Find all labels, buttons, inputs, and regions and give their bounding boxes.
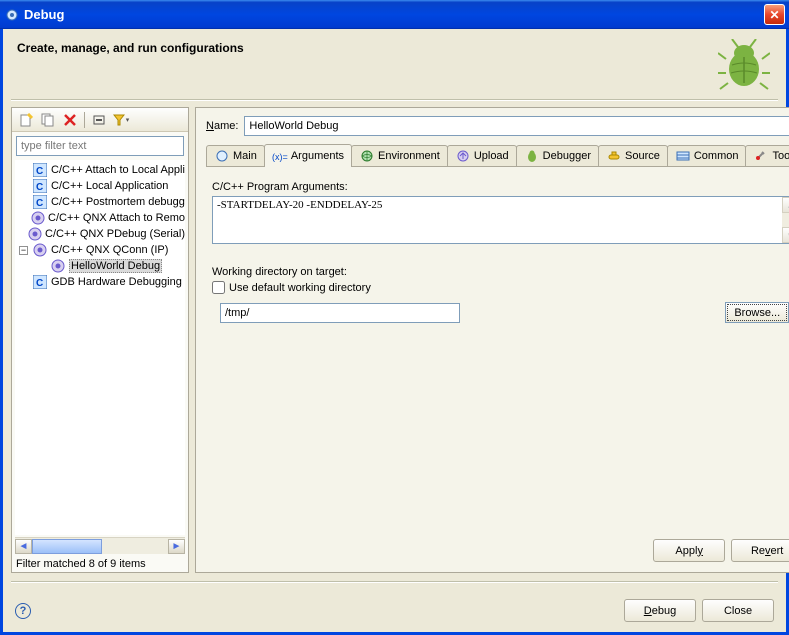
sidebar-toolbar: ▾	[12, 108, 188, 132]
tree-item[interactable]: C/C++ QNX Attach to Remo	[15, 210, 185, 226]
tab-main[interactable]: Main	[206, 145, 265, 166]
c-icon: C	[32, 179, 48, 193]
divider	[11, 581, 778, 583]
tab-upload[interactable]: Upload	[447, 145, 517, 166]
svg-text:C: C	[36, 182, 43, 193]
args-textarea-wrap: ▲ ▼	[212, 196, 789, 244]
tab-bar: Main (x)= Arguments Environment Upload D…	[206, 144, 789, 167]
apply-button[interactable]: Apply	[653, 539, 725, 562]
name-input[interactable]	[244, 116, 789, 136]
tree-item[interactable]: HelloWorld Debug	[15, 258, 185, 274]
sidebar: ▾ C C/C++ Attach to Local Appli C C/C++ …	[11, 107, 189, 573]
tab-common[interactable]: Common	[667, 145, 747, 166]
new-config-icon[interactable]	[16, 110, 36, 130]
close-icon[interactable]: ✕	[764, 4, 785, 25]
dialog-footer: ? Debug Close	[3, 589, 786, 632]
qnx-icon	[32, 243, 48, 257]
revert-button[interactable]: Revert	[731, 539, 789, 562]
window-title: Debug	[24, 7, 764, 22]
divider	[11, 99, 778, 101]
tree-item[interactable]: C GDB Hardware Debugging	[15, 274, 185, 290]
config-tree: C C/C++ Attach to Local Appli C C/C++ Lo…	[15, 160, 185, 535]
svg-text:C: C	[36, 198, 43, 209]
c-icon: C	[32, 195, 48, 209]
tab-debugger[interactable]: Debugger	[516, 145, 599, 166]
svg-text:C: C	[36, 278, 43, 289]
tree-item[interactable]: C C/C++ Local Application	[15, 178, 185, 194]
collapse-all-icon[interactable]	[89, 110, 109, 130]
tree-scrollbar[interactable]: ◄ ►	[15, 537, 185, 554]
qnx-icon	[50, 259, 66, 273]
content-pane: Name: Main (x)= Arguments Environment	[195, 107, 789, 573]
debug-button[interactable]: Debug	[624, 599, 696, 622]
workdir-input[interactable]	[220, 303, 460, 323]
args-label: C/C++ Program Arguments:	[212, 181, 789, 193]
name-label: Name:	[206, 120, 238, 132]
tab-content: C/C++ Program Arguments: ▲ ▼ Working dir…	[206, 167, 789, 532]
c-icon: C	[32, 163, 48, 177]
tools-tab-icon	[753, 149, 769, 163]
tab-arguments[interactable]: (x)= Arguments	[264, 144, 352, 167]
c-icon: C	[32, 275, 48, 289]
debug-bullet-icon	[4, 7, 20, 23]
svg-text:C: C	[36, 166, 43, 177]
dialog-title: Create, manage, and run configurations	[17, 41, 718, 55]
tree-item[interactable]: C/C++ QNX PDebug (Serial)	[15, 226, 185, 242]
browse-button[interactable]: Browse...	[725, 302, 789, 323]
tab-environment[interactable]: Environment	[351, 145, 448, 166]
delete-config-icon[interactable]	[60, 110, 80, 130]
tree-item[interactable]: − C/C++ QNX QConn (IP)	[15, 242, 185, 258]
tab-tools[interactable]: Tools	[745, 145, 789, 166]
common-tab-icon	[675, 149, 691, 163]
use-default-checkbox[interactable]	[212, 281, 225, 294]
tab-source[interactable]: Source	[598, 145, 668, 166]
close-button[interactable]: Close	[702, 599, 774, 622]
duplicate-config-icon[interactable]	[38, 110, 58, 130]
scroll-down-icon[interactable]: ▼	[782, 227, 789, 243]
upload-tab-icon	[455, 149, 471, 163]
source-tab-icon	[606, 149, 622, 163]
qnx-icon	[31, 211, 45, 225]
tree-item[interactable]: C C/C++ Attach to Local Appli	[15, 162, 185, 178]
tree-collapse-icon[interactable]: −	[19, 246, 28, 255]
scroll-left-icon[interactable]: ◄	[15, 539, 32, 554]
environment-tab-icon	[359, 149, 375, 163]
help-icon[interactable]: ?	[15, 603, 31, 619]
debugger-tab-icon	[524, 149, 540, 163]
args-textarea[interactable]	[213, 197, 782, 243]
filter-icon[interactable]: ▾	[111, 110, 131, 130]
titlebar: Debug ✕	[0, 0, 789, 29]
workdir-label: Working directory on target:	[212, 266, 789, 278]
qnx-icon	[28, 227, 42, 241]
scroll-right-icon[interactable]: ►	[168, 539, 185, 554]
scroll-up-icon[interactable]: ▲	[782, 197, 789, 213]
filter-input[interactable]	[16, 136, 184, 156]
scroll-thumb[interactable]	[32, 539, 102, 554]
tree-item[interactable]: C C/C++ Postmortem debugg	[15, 194, 185, 210]
filter-count: Filter matched 8 of 9 items	[12, 556, 188, 572]
use-default-label: Use default working directory	[229, 282, 371, 294]
dialog-header: Create, manage, and run configurations	[3, 29, 786, 91]
bug-icon	[718, 39, 770, 91]
textarea-scrollbar[interactable]: ▲ ▼	[782, 197, 789, 243]
svg-text:(x)=: (x)=	[272, 152, 288, 162]
main-tab-icon	[214, 149, 230, 163]
arguments-tab-icon: (x)=	[272, 149, 288, 163]
